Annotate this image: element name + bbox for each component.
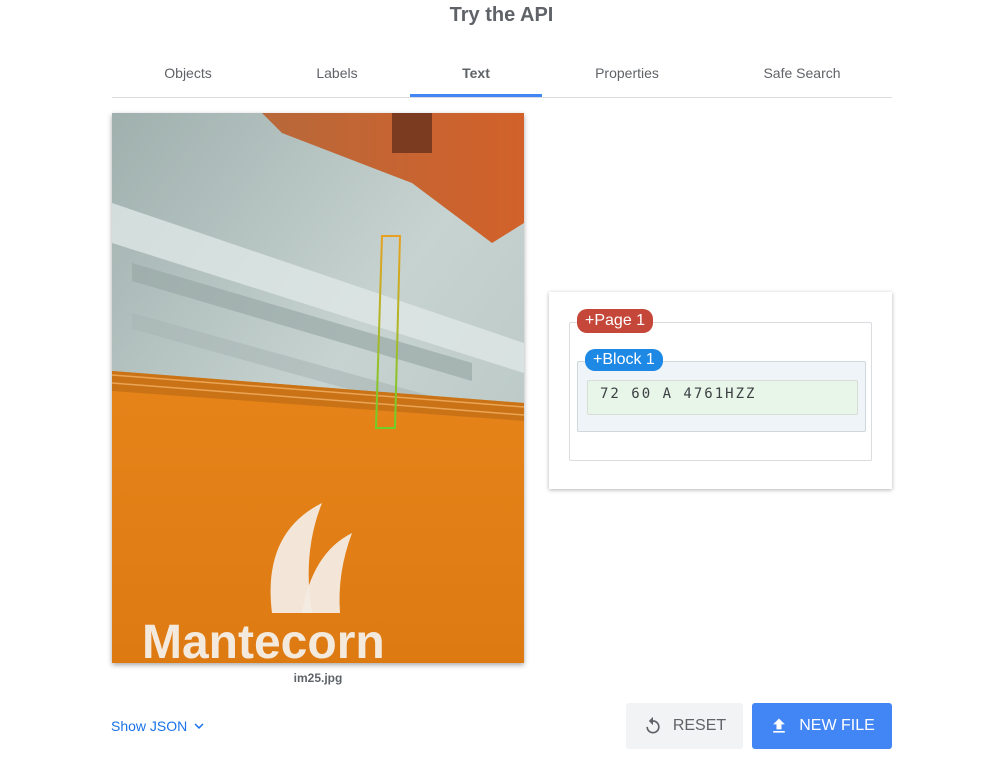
block-badge[interactable]: +Block 1	[585, 349, 663, 371]
show-json-label: Show JSON	[111, 718, 188, 734]
tab-labels[interactable]: Labels	[297, 55, 377, 95]
tab-bar: Objects Labels Text Properties Safe Sear…	[112, 55, 892, 98]
detected-text[interactable]: 72 60 A 4761HZZ	[587, 380, 858, 415]
page-badge[interactable]: +Page 1	[577, 309, 654, 333]
tab-objects[interactable]: Objects	[148, 55, 228, 95]
show-json-toggle[interactable]: Show JSON	[111, 717, 208, 735]
results-card: +Page 1 +Block 1 72 60 A 4761HZZ	[549, 292, 892, 489]
photo-illustration: Mantecorn	[112, 113, 524, 663]
svg-text:Mantecorn: Mantecorn	[142, 616, 385, 663]
upload-icon	[773, 718, 786, 733]
page-title: Try the API	[449, 4, 554, 26]
new-file-label: NEW FILE	[799, 717, 875, 734]
new-file-button[interactable]: NEW FILE	[752, 703, 892, 749]
reset-icon	[646, 716, 660, 734]
image-filename: im25.jpg	[293, 671, 343, 685]
analyzed-image: Mantecorn	[112, 113, 524, 663]
reset-button[interactable]: RESET	[626, 703, 743, 749]
reset-label: RESET	[672, 717, 727, 734]
chevron-down-icon	[194, 723, 204, 729]
tab-properties[interactable]: Properties	[582, 55, 672, 95]
tab-safe-search[interactable]: Safe Search	[752, 55, 852, 95]
tab-text[interactable]: Text	[410, 55, 542, 97]
